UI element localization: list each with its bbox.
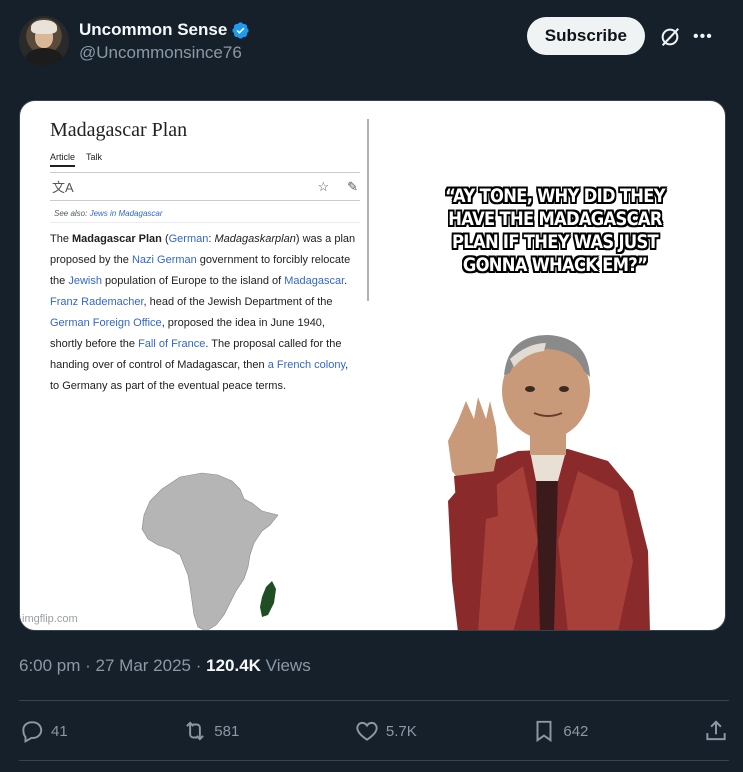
wiki-link: Jewish	[68, 275, 102, 287]
wiki-text: , head of the Jewish Department of the	[143, 296, 333, 308]
pencil-icon: ✎	[347, 178, 358, 194]
bookmark-count: 642	[563, 722, 589, 740]
translate-icon: 文A	[52, 180, 74, 195]
tweet-image[interactable]: Madagascar Plan Article Talk 文A ☆ ✎ See …	[19, 100, 726, 631]
bookmark-button[interactable]: 642	[531, 718, 588, 744]
like-count: 5.7K	[385, 722, 417, 740]
wiki-text: Madagaskarplan	[214, 233, 296, 245]
wiki-tabs: Article Talk	[50, 152, 360, 173]
display-name[interactable]: Uncommon Sense	[79, 20, 250, 40]
wiki-body-text: The Madagascar Plan (German: Madagaskarp…	[50, 229, 360, 397]
reply-icon	[22, 721, 43, 743]
avatar[interactable]	[19, 16, 69, 66]
post-date[interactable]: 27 Mar 2025	[96, 656, 191, 675]
wiki-link: a French colony	[267, 359, 346, 371]
heart-icon	[356, 721, 378, 741]
tweet-timestamp[interactable]: 6:00 pm · 27 Mar 2025 · 120.4K Views	[19, 656, 311, 676]
share-icon	[706, 720, 726, 741]
wiki-link: Madagascar	[284, 275, 345, 287]
wiki-tab-talk: Talk	[86, 152, 103, 162]
wiki-text: The	[50, 233, 73, 245]
divider-bottom	[19, 760, 729, 761]
author-block[interactable]: Uncommon Sense @Uncommonsince76	[79, 20, 250, 63]
wiki-toolbar: 文A ☆ ✎	[50, 173, 360, 201]
wikipedia-screenshot: Madagascar Plan Article Talk 文A ☆ ✎ See …	[50, 119, 360, 397]
imgflip-watermark: imgflip.com	[22, 613, 78, 625]
meme-caption: “AY TONE, WHY DID THEY HAVE THE MADAGASC…	[445, 185, 665, 276]
wiki-text: .	[344, 275, 348, 287]
wiki-link: Fall of France	[138, 338, 206, 350]
handle[interactable]: @Uncommonsince76	[79, 43, 250, 63]
wiki-link: German Foreign Office	[50, 317, 162, 329]
wiki-link: Franz Rademacher	[50, 296, 144, 308]
more-options-icon[interactable]: •••	[693, 26, 715, 48]
wiki-title: Madagascar Plan	[50, 119, 188, 141]
wiki-link: Nazi German	[131, 254, 197, 266]
repost-button[interactable]: 581	[182, 718, 239, 744]
action-bar: 41 581 5.7K 642	[19, 712, 729, 750]
share-button[interactable]	[703, 718, 729, 744]
see-also-link: Jews in Madagascar	[89, 209, 163, 218]
post-time[interactable]: 6:00 pm	[19, 656, 80, 675]
africa-map	[141, 472, 279, 630]
wiki-text: population of Europe to the island of	[101, 275, 285, 287]
wiki-tab-article: Article	[50, 152, 76, 167]
wiki-text: (	[161, 233, 169, 245]
divider	[19, 700, 729, 701]
verified-badge-icon	[232, 21, 249, 39]
star-icon: ☆	[317, 178, 330, 194]
scrollbar-divider	[367, 119, 369, 301]
repost-count: 581	[214, 722, 240, 740]
subscribe-button[interactable]: Subscribe	[526, 17, 645, 55]
repost-icon	[186, 721, 205, 741]
views-label: Views	[265, 656, 311, 675]
views-count: 120.4K	[206, 656, 261, 675]
wiki-text: Madagascar Plan	[72, 233, 162, 245]
wiki-link: German	[168, 233, 209, 245]
wiki-see-also: See also: Jews in Madagascar	[50, 205, 360, 223]
bookmark-icon	[536, 720, 552, 743]
reply-button[interactable]: 41	[19, 718, 68, 744]
display-name-text[interactable]: Uncommon Sense	[79, 20, 227, 40]
like-button[interactable]: 5.7K	[354, 718, 417, 744]
grok-icon[interactable]	[659, 26, 681, 48]
tweet-header: Uncommon Sense @Uncommonsince76 Subscrib…	[19, 14, 729, 70]
meme-person-image	[448, 335, 650, 630]
reply-count: 41	[51, 722, 68, 740]
